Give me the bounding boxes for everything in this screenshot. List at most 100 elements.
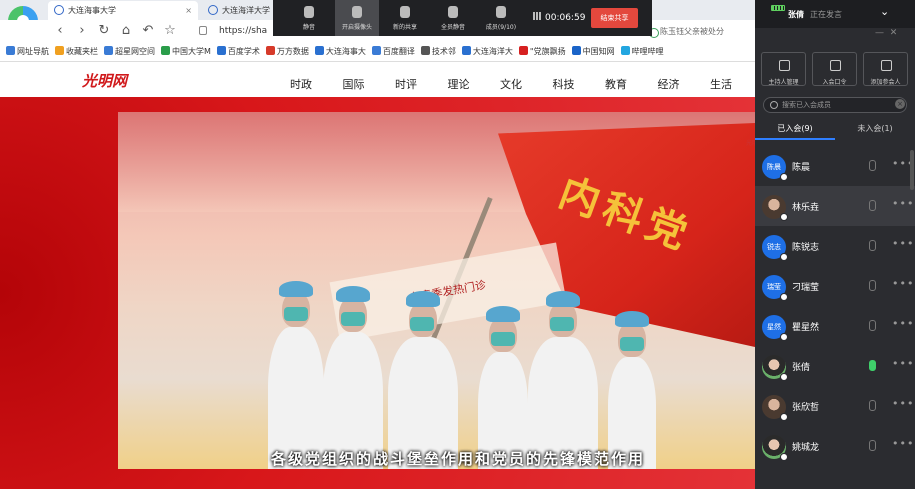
member-row[interactable]: 林乐垚 ••• [755, 186, 915, 226]
member-row[interactable]: 张欣哲 ••• [755, 386, 915, 426]
speaker-status: 正在发言 [810, 10, 842, 19]
meeting-password-button[interactable]: 入会口令 [812, 52, 857, 86]
member-name: 刁瑞莹 [792, 283, 820, 293]
microphone-icon[interactable] [869, 280, 876, 291]
site-logo[interactable]: 光明网 [82, 70, 127, 91]
member-name: 林乐垚 [792, 203, 820, 213]
menu-icon [779, 60, 790, 71]
avatar: 锐志 [762, 235, 788, 261]
site-nav-item[interactable]: 时政 [290, 62, 343, 97]
members-button[interactable]: 成员(9/10) [479, 0, 523, 36]
microphone-icon[interactable] [869, 320, 876, 331]
tab-joined[interactable]: 已入会(9) [755, 118, 835, 140]
more-options-icon[interactable]: ••• [892, 357, 914, 370]
close-tab-icon[interactable]: × [185, 1, 192, 20]
site-nav-item[interactable]: 科技 [553, 62, 606, 97]
avatar [762, 435, 788, 461]
camera-button[interactable]: 开启摄像头 [335, 0, 379, 36]
microphone-icon[interactable] [869, 400, 876, 411]
member-row[interactable]: 星然 瞿星然 ••• [755, 306, 915, 346]
forward-icon[interactable]: › [74, 23, 90, 39]
camera-icon [352, 6, 362, 18]
new-share-button[interactable]: 新的共享 [383, 0, 427, 36]
microphone-icon[interactable] [869, 200, 876, 211]
minimize-icon[interactable]: — [875, 28, 884, 38]
bookmark-item[interactable]: 百度学术 [216, 42, 260, 61]
more-options-icon[interactable]: ••• [892, 237, 914, 250]
favorite-star-icon[interactable]: ☆ [162, 23, 178, 39]
site-nav-item[interactable]: 文化 [500, 62, 553, 97]
camera-status-icon [780, 373, 788, 381]
microphone-icon[interactable] [869, 440, 876, 451]
more-options-icon[interactable]: ••• [892, 197, 914, 210]
microphone-icon[interactable] [869, 360, 876, 371]
member-row[interactable]: 张倩 ••• [755, 346, 915, 386]
members-icon [496, 6, 506, 18]
more-options-icon[interactable]: ••• [892, 317, 914, 330]
member-search-input[interactable]: 搜索已入会成员 [763, 97, 907, 113]
bookmark-label: 超星网空间 [115, 47, 155, 56]
site-nav-item[interactable]: 理论 [448, 62, 501, 97]
bookmark-label: 中国知网 [582, 47, 615, 56]
member-row[interactable]: 锐志 陈锐志 ••• [755, 226, 915, 266]
member-row[interactable]: 姚城龙 ••• [755, 426, 915, 466]
bookmark-icon [371, 46, 381, 55]
avatar: 陈晨 [762, 155, 788, 181]
site-nav-item[interactable]: 国际 [343, 62, 396, 97]
members-panel: 张倩 正在发言 ⌄ — ✕ 主持人管理 入会口令 添加参会人 搜索已入会成员 × … [755, 0, 915, 489]
site-nav-item[interactable]: 经济 [658, 62, 711, 97]
end-share-button[interactable]: 结束共享 [591, 8, 638, 28]
bookmark-icon [314, 46, 324, 55]
more-options-icon[interactable]: ••• [892, 437, 914, 450]
bookmark-label: 收藏夹栏 [66, 47, 98, 56]
bookmark-item[interactable]: 大连海事大 [314, 42, 366, 61]
member-row[interactable]: 瑞莹 刁瑞莹 ••• [755, 266, 915, 306]
more-options-icon[interactable]: ••• [892, 277, 914, 290]
avatar: 瑞莹 [762, 275, 788, 301]
bookmark-label: 中国大学M [172, 47, 211, 56]
bookmark-icon [216, 46, 226, 55]
camera-status-icon [780, 293, 788, 301]
microphone-icon[interactable] [869, 160, 876, 171]
chevron-down-icon[interactable]: ⌄ [880, 5, 889, 18]
browser-search-box[interactable]: 陈玉钰父亲被处分 [648, 25, 758, 39]
bookmark-item[interactable]: 技术邻 [420, 42, 456, 61]
button-label: 静音 [302, 24, 315, 31]
clear-search-icon[interactable]: × [895, 99, 905, 109]
panel-scrollbar[interactable] [910, 150, 914, 190]
bookmark-item[interactable]: 超星网空间 [104, 42, 155, 61]
bookmark-label: "党旗飘扬 [529, 47, 566, 56]
close-icon[interactable]: ✕ [890, 28, 898, 38]
address-bar[interactable]: https://sha [195, 23, 267, 39]
back-icon[interactable]: ‹ [52, 23, 68, 39]
speaker-bar: 张倩 正在发言 ⌄ [755, 0, 915, 28]
reload-icon[interactable]: ↻ [96, 23, 112, 39]
site-nav-item[interactable]: 教育 [605, 62, 658, 97]
browser-tab[interactable]: 大连海事大学 × [48, 1, 198, 20]
bookmark-item[interactable]: 哔哩哔哩 [620, 42, 664, 61]
tab-not-joined[interactable]: 未入会(1) [835, 118, 915, 140]
bookmark-item[interactable]: 大连海洋大 [461, 42, 513, 61]
camera-status-icon [780, 253, 788, 261]
bookmark-item[interactable]: 收藏夹栏 [55, 42, 98, 61]
bookmark-item[interactable]: "党旗飘扬 [518, 42, 566, 61]
mute-all-button[interactable]: 全员静音 [431, 0, 475, 36]
bookmark-item[interactable]: 百度翻译 [371, 42, 415, 61]
microphone-icon[interactable] [869, 240, 876, 251]
tab-title: 大连海事大学 [68, 6, 116, 15]
bookmark-item[interactable]: 中国大学M [161, 42, 211, 61]
member-row[interactable]: 陈晨 陈晨 ••• [755, 146, 915, 186]
bookmark-item[interactable]: 万方数据 [265, 42, 309, 61]
site-nav-item[interactable]: 时评 [395, 62, 448, 97]
more-options-icon[interactable]: ••• [892, 397, 914, 410]
button-label: 新的共享 [392, 24, 417, 31]
bookmark-item[interactable]: 网址导航 [6, 42, 49, 61]
mute-button[interactable]: 静音 [287, 0, 331, 36]
undo-icon[interactable]: ↶ [140, 23, 156, 39]
add-participant-button[interactable]: 添加参会人 [863, 52, 908, 86]
video-subtitle: 各级党组织的战斗堡垒作用和党员的先锋模范作用 [270, 450, 645, 468]
avatar: 星然 [762, 315, 788, 341]
home-icon[interactable]: ⌂ [118, 23, 134, 39]
host-manage-button[interactable]: 主持人管理 [761, 52, 806, 86]
bookmark-item[interactable]: 中国知网 [571, 42, 615, 61]
